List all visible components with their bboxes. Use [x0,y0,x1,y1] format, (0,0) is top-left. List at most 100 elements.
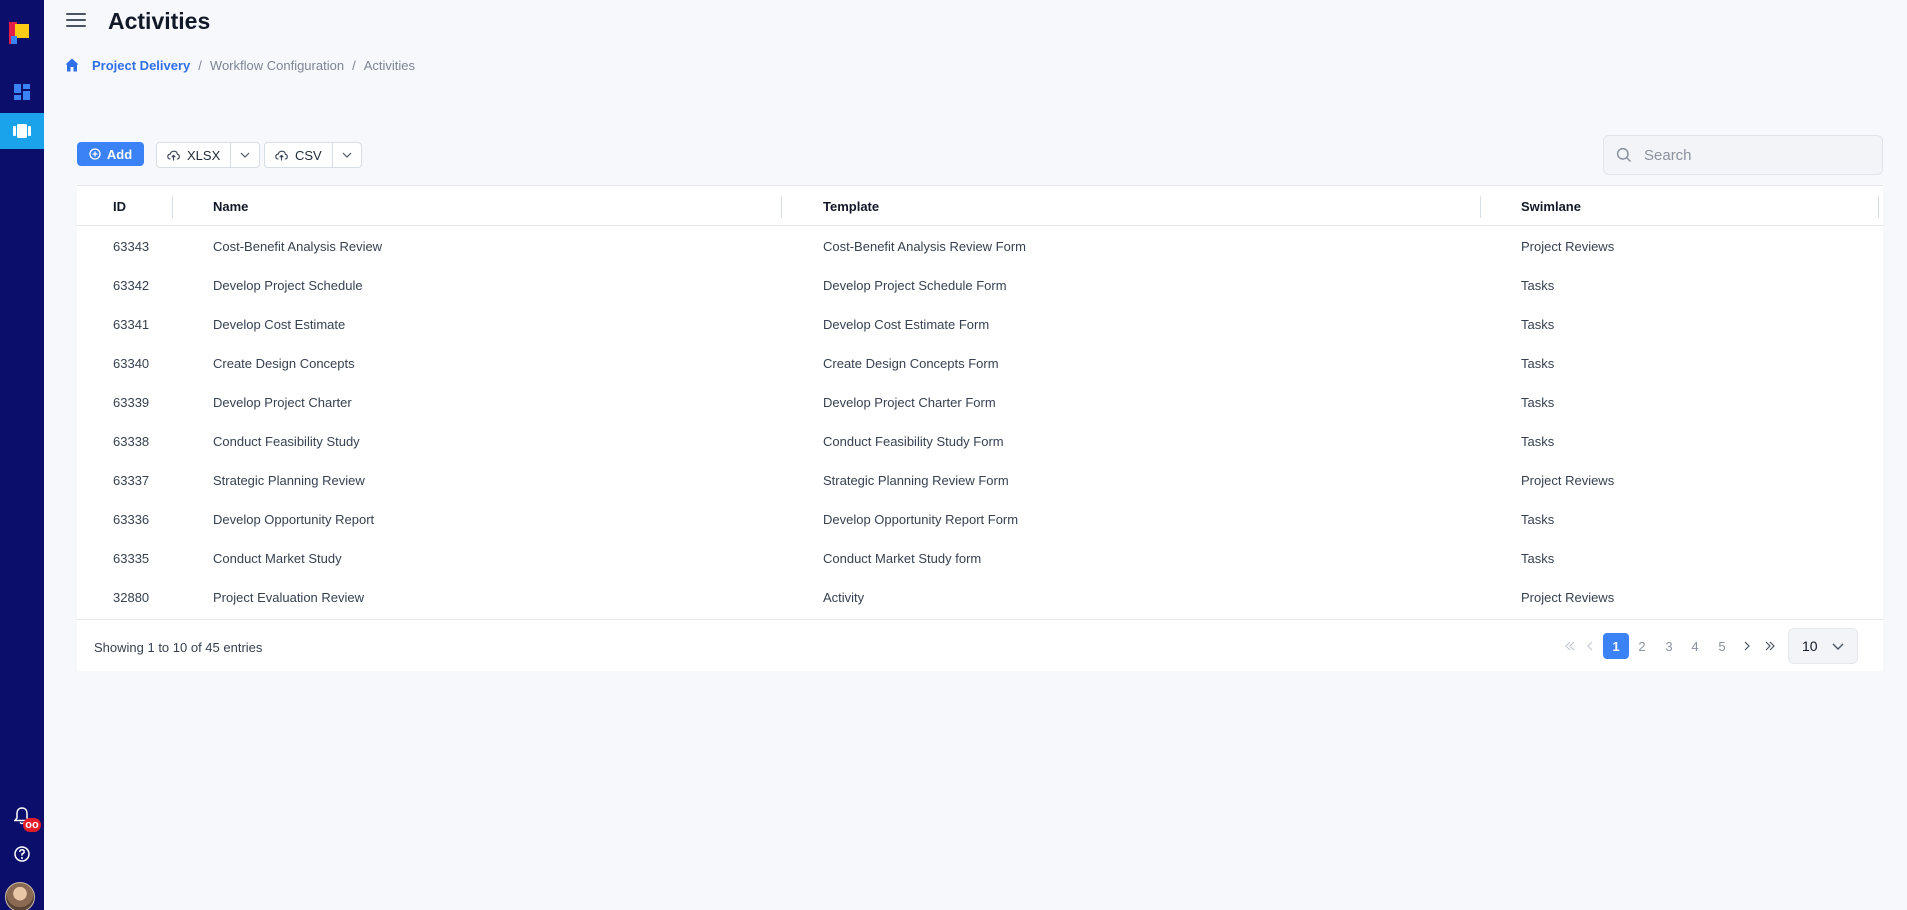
search-box [1603,135,1883,175]
xlsx-export-button[interactable]: XLSX [157,143,232,167]
menu-toggle-icon[interactable] [66,13,86,31]
table-row[interactable]: 63338 Conduct Feasibility Study Conduct Fe… [77,422,1883,461]
help-button[interactable] [0,836,44,872]
workflow-nav-button[interactable] [0,113,44,149]
cell-swimlane: Tasks [1521,356,1555,371]
table-row[interactable]: 63335 Conduct Market Study Conduct Market … [77,539,1883,578]
column-resize-handle[interactable] [781,196,782,218]
xlsx-options-dropdown[interactable] [231,143,259,167]
cell-id: 63340 [113,356,150,371]
user-avatar[interactable] [5,882,35,910]
table-footer: Showing 1 to 10 of 45 entries 1 2 3 4 5 [77,619,1883,672]
cell-id: 63339 [113,395,150,410]
cell-swimlane: Tasks [1521,317,1555,332]
activities-table: ID Name Template Swimlane 63343 Cost-Bene… [77,185,1883,671]
chevron-down-icon [240,152,250,158]
cell-template: Cost-Benefit Analysis Review Form [823,239,1027,254]
cell-template: Develop Project Schedule Form [823,278,1007,293]
cell-id: 63337 [113,473,150,488]
cell-id: 63335 [113,551,150,566]
column-resize-handle[interactable] [1480,196,1481,218]
sidebar: oo [0,0,44,910]
table-row[interactable]: 32880 Project Evaluation Review Activity Pr… [77,578,1883,617]
cell-template: Strategic Planning Review Form [823,473,1009,488]
cell-name: Develop Cost Estimate [213,317,346,332]
last-page-button[interactable] [1757,633,1783,659]
column-resize-handle[interactable] [1878,196,1879,218]
table-row[interactable]: 63342 Develop Project Schedule Develop Pro… [77,266,1883,305]
chevron-left-icon [1587,641,1593,651]
home-icon[interactable] [64,57,80,73]
table-row[interactable]: 63343 Cost-Benefit Analysis Review Cost-Be… [77,227,1883,266]
table-row[interactable]: 63336 Develop Opportunity Report Develop O… [77,500,1883,539]
column-resize-handle[interactable] [172,196,173,218]
cell-template: Conduct Feasibility Study Form [823,434,1004,449]
page-button-2[interactable]: 2 [1629,633,1655,659]
table-row[interactable]: 63337 Strategic Planning Review Strategic … [77,461,1883,500]
cell-template: Develop Project Charter Form [823,395,996,410]
csv-label: CSV [295,147,322,163]
breadcrumb-workflow-configuration[interactable]: Workflow Configuration [210,58,344,73]
page-button-1[interactable]: 1 [1603,633,1629,659]
column-header-id[interactable]: ID [113,199,126,214]
double-chevron-left-icon [1565,641,1575,651]
column-header-template[interactable]: Template [823,199,879,214]
search-input[interactable] [1644,146,1864,164]
dashboard-nav-button[interactable] [0,74,44,110]
cell-template: Activity [823,590,865,605]
cell-swimlane: Project Reviews [1521,590,1615,605]
notification-badge: oo [23,818,41,832]
cell-swimlane: Tasks [1521,434,1555,449]
app-logo[interactable] [9,22,31,44]
xlsx-export-group: XLSX [156,142,261,168]
page-size-value: 10 [1802,638,1818,654]
cell-name: Develop Opportunity Report [213,512,375,527]
cards-icon [13,124,31,138]
add-button-label: Add [106,146,133,162]
cell-id: 63342 [113,278,150,293]
csv-export-group: CSV [264,142,362,168]
cell-name: Conduct Feasibility Study [213,434,360,449]
page-button-3[interactable]: 3 [1656,633,1682,659]
page-button-5[interactable]: 5 [1709,633,1735,659]
breadcrumb-project-delivery[interactable]: Project Delivery [92,58,190,73]
dashboard-icon [14,84,30,100]
add-button[interactable]: Add [77,142,144,166]
column-header-name[interactable]: Name [213,199,248,214]
page-button-4[interactable]: 4 [1682,633,1708,659]
page-title: Activities [108,8,211,34]
cell-template: Develop Opportunity Report Form [823,512,1019,527]
csv-options-dropdown[interactable] [333,143,361,167]
page-size-select[interactable]: 10 [1788,628,1858,664]
breadcrumb-activities: Activities [363,57,415,73]
table-header: ID Name Template Swimlane [77,186,1883,226]
breadcrumb-separator: / [198,57,202,73]
column-header-swimlane[interactable]: Swimlane [1521,199,1581,214]
cell-swimlane: Tasks [1521,278,1555,293]
breadcrumb: Project Delivery / Workflow Configuratio… [64,57,415,73]
prev-page-button[interactable] [1577,633,1603,659]
table-row[interactable]: 63340 Create Design Concepts Create Design… [77,344,1883,383]
cell-name: Develop Project Charter [213,395,352,410]
chevron-down-icon [342,152,352,158]
csv-export-button[interactable]: CSV [265,143,333,167]
cell-id: 63343 [113,239,150,254]
cell-name: Conduct Market Study [213,551,342,566]
cell-name: Project Evaluation Review [213,590,365,605]
cell-name: Create Design Concepts [213,356,355,371]
cell-swimlane: Project Reviews [1521,239,1615,254]
cloud-upload-icon [167,150,180,160]
cell-id: 63336 [113,512,150,527]
cell-id: 32880 [113,590,150,605]
cell-swimlane: Tasks [1521,395,1555,410]
double-chevron-right-icon [1765,641,1775,651]
cell-name: Develop Project Schedule [213,278,363,293]
search-icon [1616,147,1632,163]
table-row[interactable]: 63339 Develop Project Charter Develop Proj… [77,383,1883,422]
cell-swimlane: Tasks [1521,551,1555,566]
cell-template: Conduct Market Study form [823,551,982,566]
cell-id: 63341 [113,317,150,332]
table-row[interactable]: 63341 Develop Cost Estimate Develop Cost E… [77,305,1883,344]
entries-summary: Showing 1 to 10 of 45 entries [94,640,263,655]
chevron-down-icon [1832,643,1844,650]
